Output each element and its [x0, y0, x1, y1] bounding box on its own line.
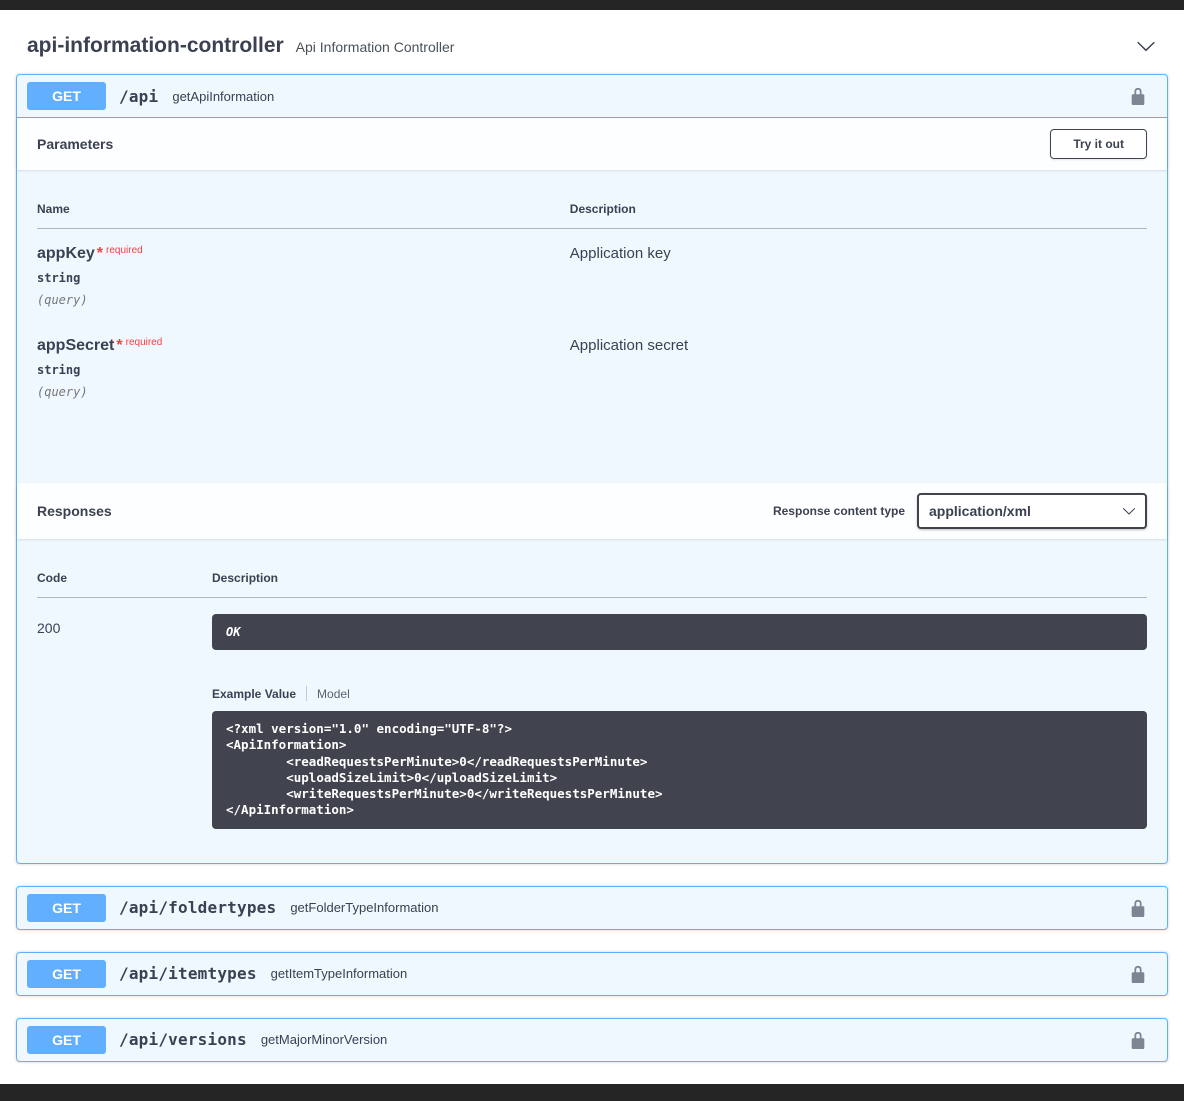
responses-section-header: Responses Response content type applicat…: [17, 483, 1167, 539]
parameters-table: Name Description appKey*required string: [37, 190, 1147, 413]
tag-title: api-information-controller Api Informati…: [27, 34, 454, 58]
lock-icon: [1129, 1037, 1147, 1052]
opblock-get-api-foldertypes: GET /api/foldertypes getFolderTypeInform…: [16, 886, 1168, 930]
example-tabs: Example Value Model: [212, 686, 1147, 701]
collapse-section-button[interactable]: [1136, 36, 1156, 56]
parameter-name: appSecret*required: [37, 337, 570, 355]
try-it-out-button[interactable]: Try it out: [1050, 129, 1147, 159]
parameter-type: string: [37, 363, 570, 377]
table-row: appSecret*required string (query) Applic…: [37, 321, 1147, 413]
response-content-type-label: Response content type: [773, 504, 905, 518]
method-badge: GET: [27, 1026, 106, 1054]
parameter-name: appKey*required: [37, 245, 570, 263]
response-description: OK: [212, 614, 1147, 650]
parameters-title: Parameters: [37, 136, 113, 152]
lock-icon: [1129, 93, 1147, 108]
response-content-type: Response content type application/xml: [773, 493, 1147, 529]
authorize-button[interactable]: [1127, 963, 1149, 985]
response-code: 200: [37, 598, 212, 843]
tag-description: Api Information Controller: [296, 39, 455, 55]
tag-section-header[interactable]: api-information-controller Api Informati…: [16, 10, 1168, 74]
operation-summary: getApiInformation: [172, 89, 274, 104]
response-content-type-value: application/xml: [929, 503, 1031, 519]
column-header-description: Description: [570, 190, 1147, 229]
tab-divider: [306, 686, 307, 701]
api-docs-wrapper: api-information-controller Api Informati…: [0, 10, 1184, 1062]
parameter-description: Application secret: [570, 337, 1147, 354]
parameter-type: string: [37, 271, 570, 285]
table-row: appKey*required string (query) Applicati…: [37, 229, 1147, 322]
method-badge: GET: [27, 82, 106, 110]
operation-summary: getFolderTypeInformation: [290, 900, 438, 915]
opblock-body: Parameters Try it out Name Description: [17, 118, 1167, 863]
lock-icon: [1129, 971, 1147, 986]
opblock-summary-foldertypes[interactable]: GET /api/foldertypes getFolderTypeInform…: [17, 887, 1167, 929]
responses-table: Code Description 200 OK Example Value: [37, 559, 1147, 843]
method-badge: GET: [27, 894, 106, 922]
tab-model[interactable]: Model: [317, 687, 350, 701]
topbar-strip: [0, 0, 1184, 10]
opblock-summary-itemtypes[interactable]: GET /api/itemtypes getItemTypeInformatio…: [17, 953, 1167, 995]
chevron-down-icon: [1136, 44, 1156, 59]
required-label: required: [106, 245, 143, 256]
operation-path: /api/foldertypes: [119, 898, 276, 917]
authorize-button[interactable]: [1127, 897, 1149, 919]
operation-path: /api/versions: [119, 1030, 247, 1049]
parameter-location: (query): [37, 293, 570, 307]
bottombar-strip: [0, 1084, 1184, 1101]
operation-path: /api/itemtypes: [119, 964, 257, 983]
authorize-button[interactable]: [1127, 1029, 1149, 1051]
parameter-location: (query): [37, 385, 570, 399]
parameter-description: Application key: [570, 245, 1147, 262]
required-star: *: [116, 337, 122, 354]
authorize-button[interactable]: [1127, 85, 1149, 107]
opblock-summary-versions[interactable]: GET /api/versions getMajorMinorVersion: [17, 1019, 1167, 1061]
opblock-get-api: GET /api getApiInformation Parameters Tr…: [16, 74, 1168, 864]
table-row: 200 OK Example Value Model <?xml version…: [37, 598, 1147, 843]
response-content-type-select[interactable]: application/xml: [917, 493, 1147, 529]
operation-summary: getItemTypeInformation: [271, 966, 408, 981]
tag-name: api-information-controller: [27, 34, 284, 58]
parameters-table-area: Name Description appKey*required string: [17, 170, 1167, 483]
tab-example-value[interactable]: Example Value: [212, 687, 296, 701]
parameters-section-header: Parameters Try it out: [17, 118, 1167, 170]
opblock-get-api-itemtypes: GET /api/itemtypes getItemTypeInformatio…: [16, 952, 1168, 996]
column-header-code: Code: [37, 559, 212, 598]
operation-summary: getMajorMinorVersion: [261, 1032, 387, 1047]
responses-table-area: Code Description 200 OK Example Value: [17, 539, 1167, 863]
chevron-down-icon: [1122, 504, 1136, 518]
required-label: required: [126, 337, 163, 348]
column-header-description: Description: [212, 559, 1147, 598]
responses-title: Responses: [37, 503, 112, 519]
operation-path: /api: [119, 87, 158, 106]
method-badge: GET: [27, 960, 106, 988]
required-star: *: [97, 245, 103, 262]
lock-icon: [1129, 905, 1147, 920]
response-example-xml: <?xml version="1.0" encoding="UTF-8"?> <…: [212, 711, 1147, 829]
opblock-summary-api[interactable]: GET /api getApiInformation: [17, 75, 1167, 118]
opblock-get-api-versions: GET /api/versions getMajorMinorVersion: [16, 1018, 1168, 1062]
column-header-name: Name: [37, 190, 570, 229]
